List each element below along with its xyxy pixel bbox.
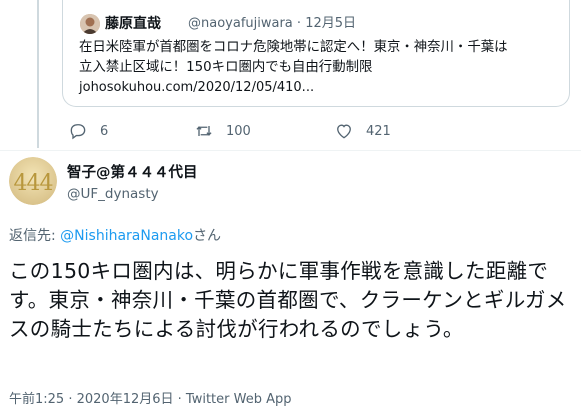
- avatar-monogram: 444: [14, 171, 53, 196]
- meta-separator: ·: [64, 392, 77, 407]
- quoted-author-avatar[interactable]: [80, 14, 100, 34]
- author-avatar[interactable]: 444: [9, 157, 57, 205]
- reply-mention-link[interactable]: @NishiharaNanako: [60, 228, 193, 244]
- like-button[interactable]: 421: [334, 118, 391, 144]
- reply-button[interactable]: 6: [68, 118, 108, 144]
- author-name[interactable]: 智子@第４４４代目: [67, 163, 198, 183]
- quoted-tweet-text: 在日米陸軍が首都圏をコロナ危険地帯に認定へ！東京・神奈川・千葉は 立入禁止区域に…: [79, 40, 508, 75]
- reply-to-line: 返信先: @NishiharaNanakoさん: [9, 225, 221, 247]
- like-count: 421: [366, 123, 391, 139]
- tweet-text: この150キロ圏内は、明らかに軍事作戦を意識した距離です。東京・神奈川・千葉の首…: [9, 259, 567, 341]
- like-icon: [337, 124, 351, 139]
- tweet-meta: 午前1:25 · 2020年12月6日 · Twitter Web App: [9, 391, 292, 409]
- meta-separator: ·: [296, 16, 302, 31]
- quoted-tweet-card[interactable]: 藤原直哉 @naoyafujiwara · 12月5日 在日米陸軍が首都圏をコロ…: [62, 0, 570, 107]
- reply-suffix: さん: [193, 228, 222, 244]
- retweet-icon: [196, 126, 212, 136]
- reply-count: 6: [100, 123, 109, 139]
- retweet-button[interactable]: 100: [194, 118, 251, 144]
- author-handle[interactable]: @UF_dynasty: [67, 184, 159, 204]
- quoted-tweet-link[interactable]: johosokuhou.com/2020/12/05/410...: [79, 78, 314, 98]
- tweet-source[interactable]: Twitter Web App: [186, 392, 292, 407]
- divider: [0, 150, 581, 151]
- meta-separator: ·: [173, 392, 186, 407]
- quoted-date: 12月5日: [305, 16, 357, 31]
- quoted-author-meta: @naoyafujiwara · 12月5日: [188, 14, 356, 34]
- tweet-actions-bar: 6 100 421: [0, 118, 581, 144]
- retweet-count: 100: [226, 123, 251, 139]
- quoted-author-handle: @naoyafujiwara: [188, 16, 293, 31]
- reply-prefix: 返信先:: [9, 228, 61, 244]
- reply-icon: [70, 124, 86, 140]
- tweet-date[interactable]: 2020年12月6日: [77, 392, 174, 407]
- tweet-time[interactable]: 午前1:25: [9, 392, 64, 407]
- quoted-author-name[interactable]: 藤原直哉: [105, 14, 161, 34]
